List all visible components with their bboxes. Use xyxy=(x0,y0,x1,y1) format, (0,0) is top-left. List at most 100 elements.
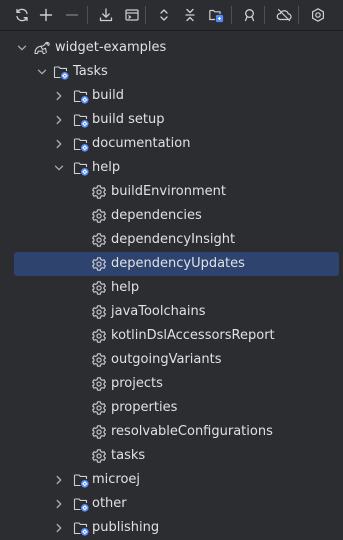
analyze-dependencies-button[interactable] xyxy=(238,3,262,27)
download-sources-icon xyxy=(98,7,114,23)
tree-item-label: outgoingVariants xyxy=(111,352,222,367)
collapse-all-icon xyxy=(182,7,198,23)
tree-item-label: buildEnvironment xyxy=(111,184,226,199)
task-tree-item[interactable]: javaToolchains xyxy=(0,300,343,324)
tree-item-label: kotlinDslAccessorsReport xyxy=(111,328,275,343)
toolbar-separator xyxy=(264,6,265,24)
tree-item-label: dependencyUpdates xyxy=(111,256,245,271)
toggle-offline-button[interactable] xyxy=(120,3,144,27)
task-tree-item[interactable]: outgoingVariants xyxy=(0,348,343,372)
tree-item-label: help xyxy=(92,160,121,175)
offline-mode-icon xyxy=(276,7,292,23)
task-folder-icon xyxy=(73,520,89,536)
reload-button[interactable] xyxy=(10,3,34,27)
task-tree-node[interactable]: build setup xyxy=(0,108,343,132)
group-modules-icon xyxy=(208,7,224,23)
toolbar-separator xyxy=(87,6,88,24)
gear-icon xyxy=(91,328,107,344)
tree-item-label: help xyxy=(111,280,140,295)
gear-icon xyxy=(91,400,107,416)
tree-item-label: build xyxy=(92,88,124,103)
tree-item-label: microej xyxy=(92,472,141,487)
task-tree-item[interactable]: help xyxy=(0,276,343,300)
task-tree-node[interactable]: build xyxy=(0,84,343,108)
toolbar-separator xyxy=(231,6,232,24)
collapse-all-button[interactable] xyxy=(178,3,202,27)
download-sources-button[interactable] xyxy=(94,3,118,27)
task-folder-icon xyxy=(73,496,89,512)
tree-item-label: properties xyxy=(111,400,178,415)
task-tree-item[interactable]: tasks xyxy=(0,444,343,468)
analyze-dependencies-icon xyxy=(242,7,258,23)
expand-all-icon xyxy=(156,7,172,23)
task-folder-icon xyxy=(73,136,89,152)
task-tree-item[interactable]: resolvableConfigurations xyxy=(0,420,343,444)
chevron-down-icon[interactable] xyxy=(17,43,27,53)
chevron-right-icon[interactable] xyxy=(54,91,64,101)
tree-item-label: other xyxy=(92,496,127,511)
expand-all-button[interactable] xyxy=(152,3,176,27)
remove-icon xyxy=(64,7,80,23)
toolbar-separator xyxy=(145,6,146,24)
task-tree-item[interactable]: properties xyxy=(0,396,343,420)
task-tree-item[interactable]: dependencyUpdates xyxy=(0,252,343,276)
task-tree-node[interactable]: widget-examples xyxy=(0,36,343,60)
gear-icon xyxy=(91,424,107,440)
gradle-elephant-icon xyxy=(33,40,50,56)
chevron-down-icon[interactable] xyxy=(37,67,47,77)
gear-icon xyxy=(91,352,107,368)
build-tool-settings-button[interactable] xyxy=(306,3,330,27)
chevron-down-icon[interactable] xyxy=(54,163,64,173)
tree-item-label: build setup xyxy=(92,112,165,127)
task-folder-icon xyxy=(73,472,89,488)
task-tree-item[interactable]: buildEnvironment xyxy=(0,180,343,204)
tree-item-label: widget-examples xyxy=(55,40,167,55)
task-tree-node[interactable]: documentation xyxy=(0,132,343,156)
task-tree-node[interactable]: other xyxy=(0,492,343,516)
task-tree-node[interactable]: help xyxy=(0,156,343,180)
gradle-toolbar xyxy=(0,0,343,31)
chevron-right-icon[interactable] xyxy=(54,115,64,125)
gear-icon xyxy=(91,232,107,248)
task-folder-icon xyxy=(73,160,89,176)
gear-icon xyxy=(91,376,107,392)
task-tree-item[interactable]: dependencies xyxy=(0,204,343,228)
tree-item-label: documentation xyxy=(92,136,191,151)
add-icon xyxy=(38,7,54,23)
task-tree-item[interactable]: projects xyxy=(0,372,343,396)
tree-item-label: publishing xyxy=(92,520,160,535)
toggle-offline-icon xyxy=(124,7,140,23)
task-tree-node[interactable]: Tasks xyxy=(0,60,343,84)
tree-item-label: dependencies xyxy=(111,208,202,223)
task-tree-item[interactable]: dependencyInsight xyxy=(0,228,343,252)
gear-icon xyxy=(91,208,107,224)
group-modules-button[interactable] xyxy=(204,3,228,27)
task-tree-item[interactable]: kotlinDslAccessorsReport xyxy=(0,324,343,348)
task-folder-icon xyxy=(73,88,89,104)
tree-item-label: dependencyInsight xyxy=(111,232,236,247)
chevron-right-icon[interactable] xyxy=(54,475,64,485)
gear-icon xyxy=(91,280,107,296)
remove-button[interactable] xyxy=(60,3,84,27)
tree-item-label: projects xyxy=(111,376,163,391)
offline-mode-button[interactable] xyxy=(272,3,296,27)
toolbar-separator xyxy=(298,6,299,24)
chevron-right-icon[interactable] xyxy=(54,499,64,509)
tree-item-label: resolvableConfigurations xyxy=(111,424,273,439)
task-tree-node[interactable]: microej xyxy=(0,468,343,492)
gear-icon xyxy=(91,184,107,200)
gear-icon xyxy=(91,304,107,320)
tree-item-label: javaToolchains xyxy=(111,304,206,319)
task-tree-node[interactable]: publishing xyxy=(0,516,343,540)
task-folder-icon xyxy=(53,64,69,80)
tree-item-label: Tasks xyxy=(73,64,108,79)
chevron-right-icon[interactable] xyxy=(54,523,64,533)
add-button[interactable] xyxy=(34,3,58,27)
gradle-task-tree: widget-examples Tasks build build setup docu… xyxy=(0,36,343,540)
tree-item-label: tasks xyxy=(111,448,146,463)
gear-icon xyxy=(91,256,107,272)
gear-icon xyxy=(91,448,107,464)
chevron-right-icon[interactable] xyxy=(54,139,64,149)
task-folder-icon xyxy=(73,112,89,128)
build-tool-settings-icon xyxy=(310,7,326,23)
